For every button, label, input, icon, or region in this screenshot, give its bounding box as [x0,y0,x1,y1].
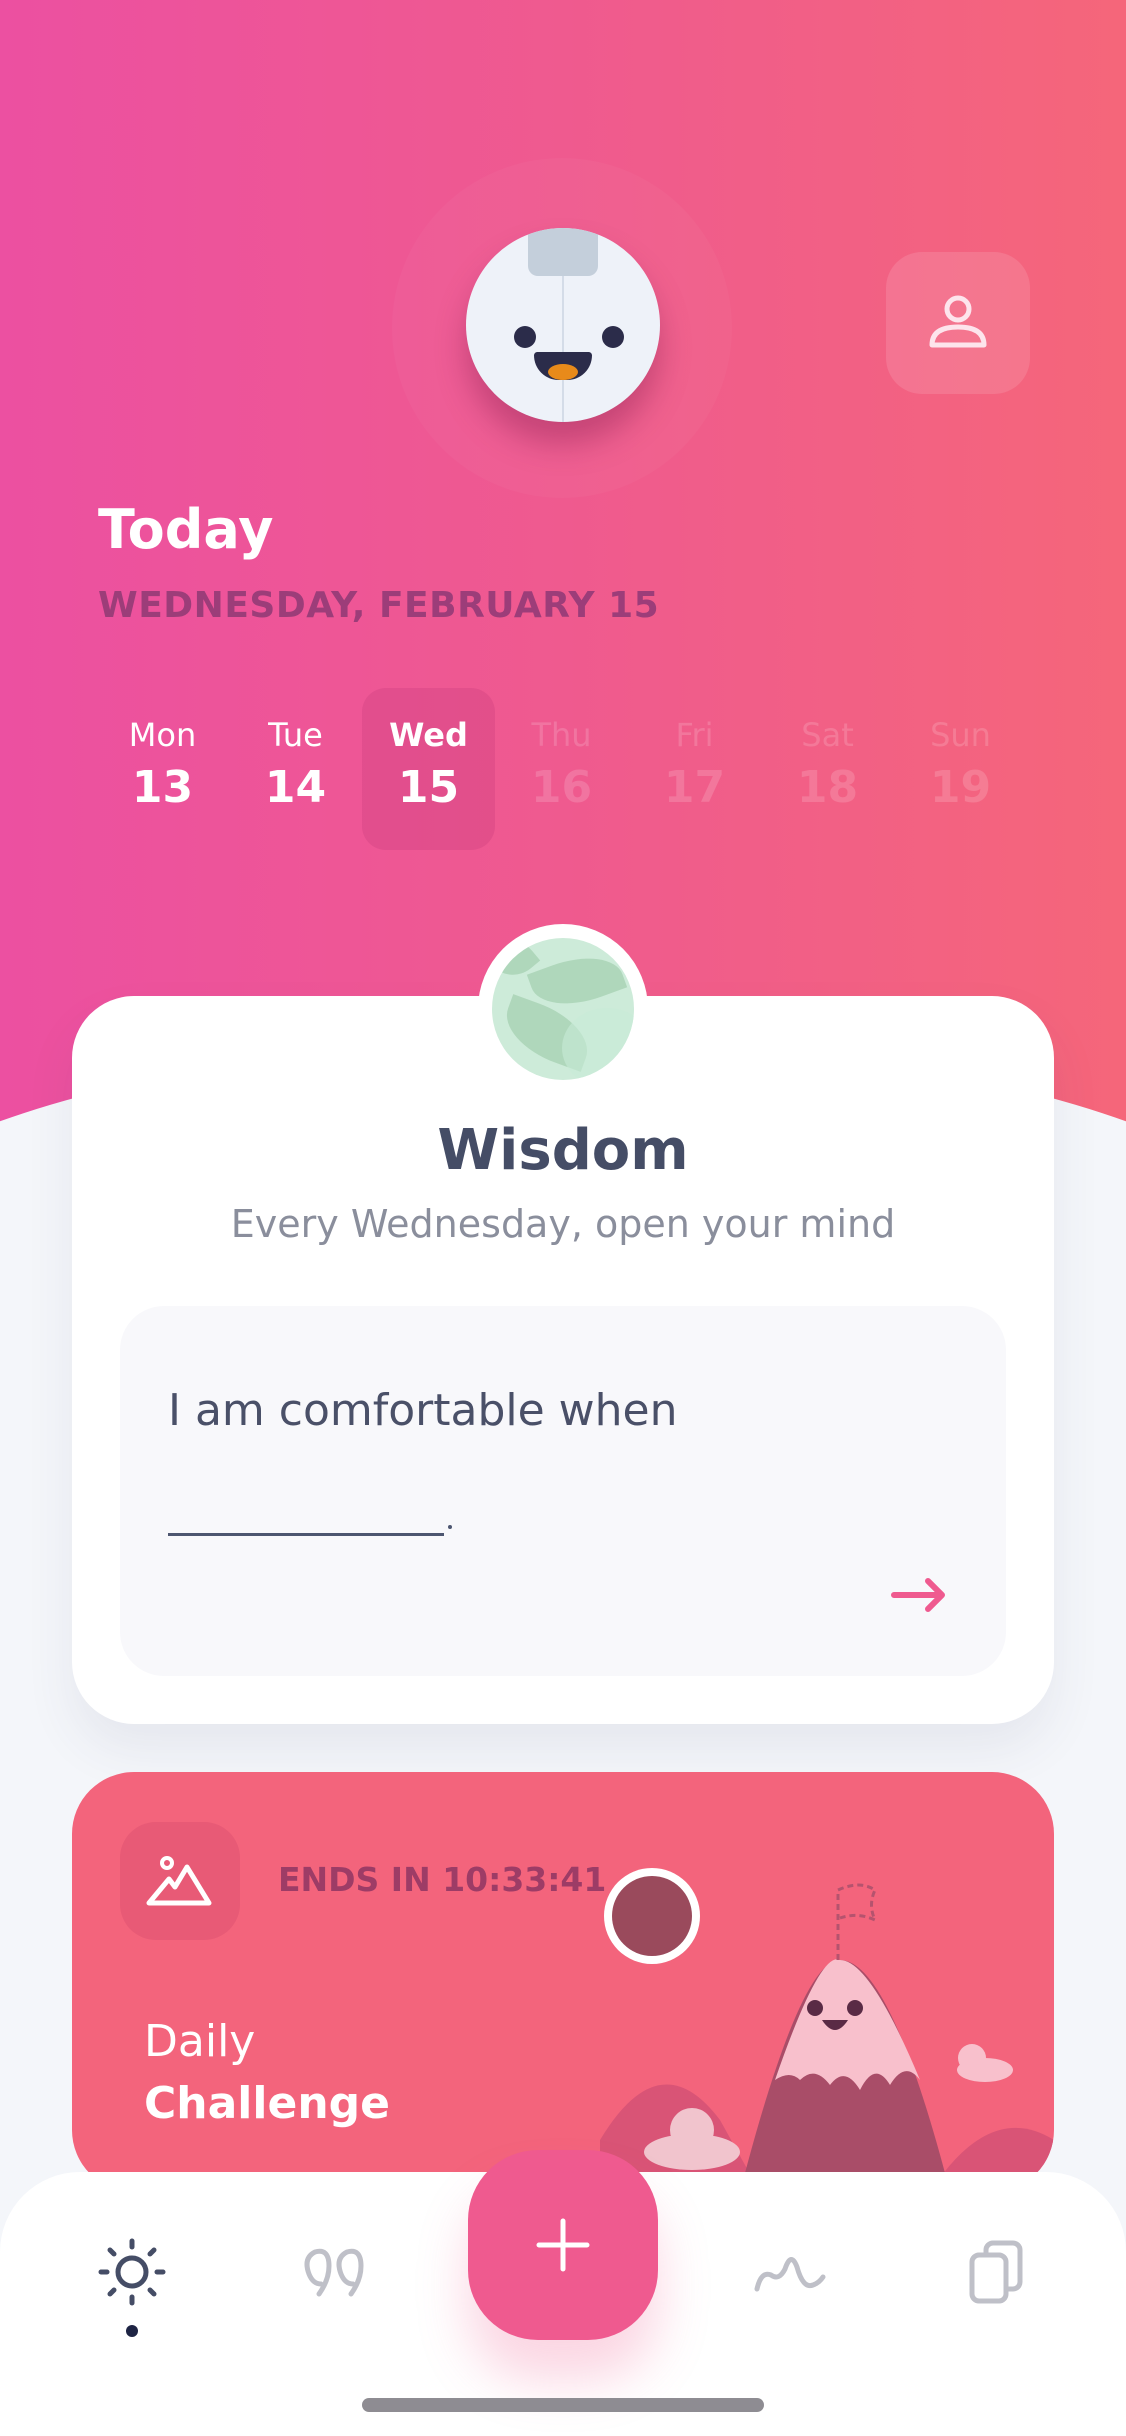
day-name: Wed [389,716,468,754]
prompt-text: I am comfortable when [168,1385,678,1436]
day-date: 13 [131,762,194,813]
day-thu[interactable]: Thu 16 [495,688,628,850]
day-date: 14 [264,762,327,813]
arrow-right-icon [891,1578,945,1612]
day-name: Thu [531,716,592,754]
challenge-label-line1: Daily [144,2016,256,2067]
wisdom-title: Wisdom [437,1118,689,1183]
page-title: Today [98,498,274,561]
challenge-icon-badge [120,1822,240,1940]
day-name: Sat [801,716,854,754]
mountain-illustration [600,1868,1054,2192]
wisdom-subtitle: Every Wednesday, open your mind [230,1202,896,1246]
wave-icon [754,2257,826,2292]
prompt-box[interactable] [120,1306,1006,1676]
day-sun[interactable]: Sun 19 [894,688,1027,850]
challenge-label-line2: Challenge [144,2078,390,2129]
robot-mascot[interactable] [466,228,660,422]
mountain-icon [146,1856,212,1906]
tab-today[interactable] [92,2232,172,2312]
prompt-period [448,1525,452,1529]
day-name: Fri [675,716,714,754]
day-date: 18 [796,762,859,813]
day-wed[interactable]: Wed 15 [362,688,495,850]
add-entry-button[interactable] [468,2150,658,2340]
home-indicator[interactable] [362,2398,764,2412]
daily-challenge-card[interactable]: ENDS IN 10:33:41 Daily Challenge [72,1772,1054,2192]
wisdom-badge [478,924,648,1094]
active-tab-indicator [126,2325,138,2337]
day-tue[interactable]: Tue 14 [229,688,362,850]
mascot-eye-left [514,326,536,348]
day-mon[interactable]: Mon 13 [96,688,229,850]
tab-insights[interactable] [750,2232,830,2312]
day-name: Mon [128,716,197,754]
next-button[interactable] [890,1572,950,1618]
plus-icon [536,2218,590,2272]
day-date: 15 [397,762,460,813]
user-icon [929,295,987,348]
sun-icon [98,2238,166,2306]
day-date: 19 [929,762,992,813]
day-date: 17 [663,762,726,813]
cards-icon [969,2240,1023,2304]
tab-quotes[interactable] [294,2232,374,2312]
profile-button[interactable] [886,252,1030,394]
day-name: Tue [268,716,323,754]
mascot-tongue [548,364,578,380]
day-fri[interactable]: Fri 17 [628,688,761,850]
quote-icon [304,2248,364,2297]
mascot-eye-right [602,326,624,348]
day-date: 16 [530,762,593,813]
day-name: Sun [930,716,991,754]
leaves-icon [492,938,634,1080]
challenge-countdown: ENDS IN 10:33:41 [278,1860,607,1899]
week-strip: Mon 13 Tue 14 Wed 15 Thu 16 Fri 17 Sat 1… [96,688,1030,850]
mascot-seam [562,276,564,422]
prompt-blank[interactable] [168,1533,444,1536]
mascot-cap [528,228,598,276]
mascot-mouth [534,352,592,380]
date-label: WEDNESDAY, FEBRUARY 15 [98,585,660,626]
day-sat[interactable]: Sat 18 [761,688,894,850]
tab-entries[interactable] [956,2232,1036,2312]
